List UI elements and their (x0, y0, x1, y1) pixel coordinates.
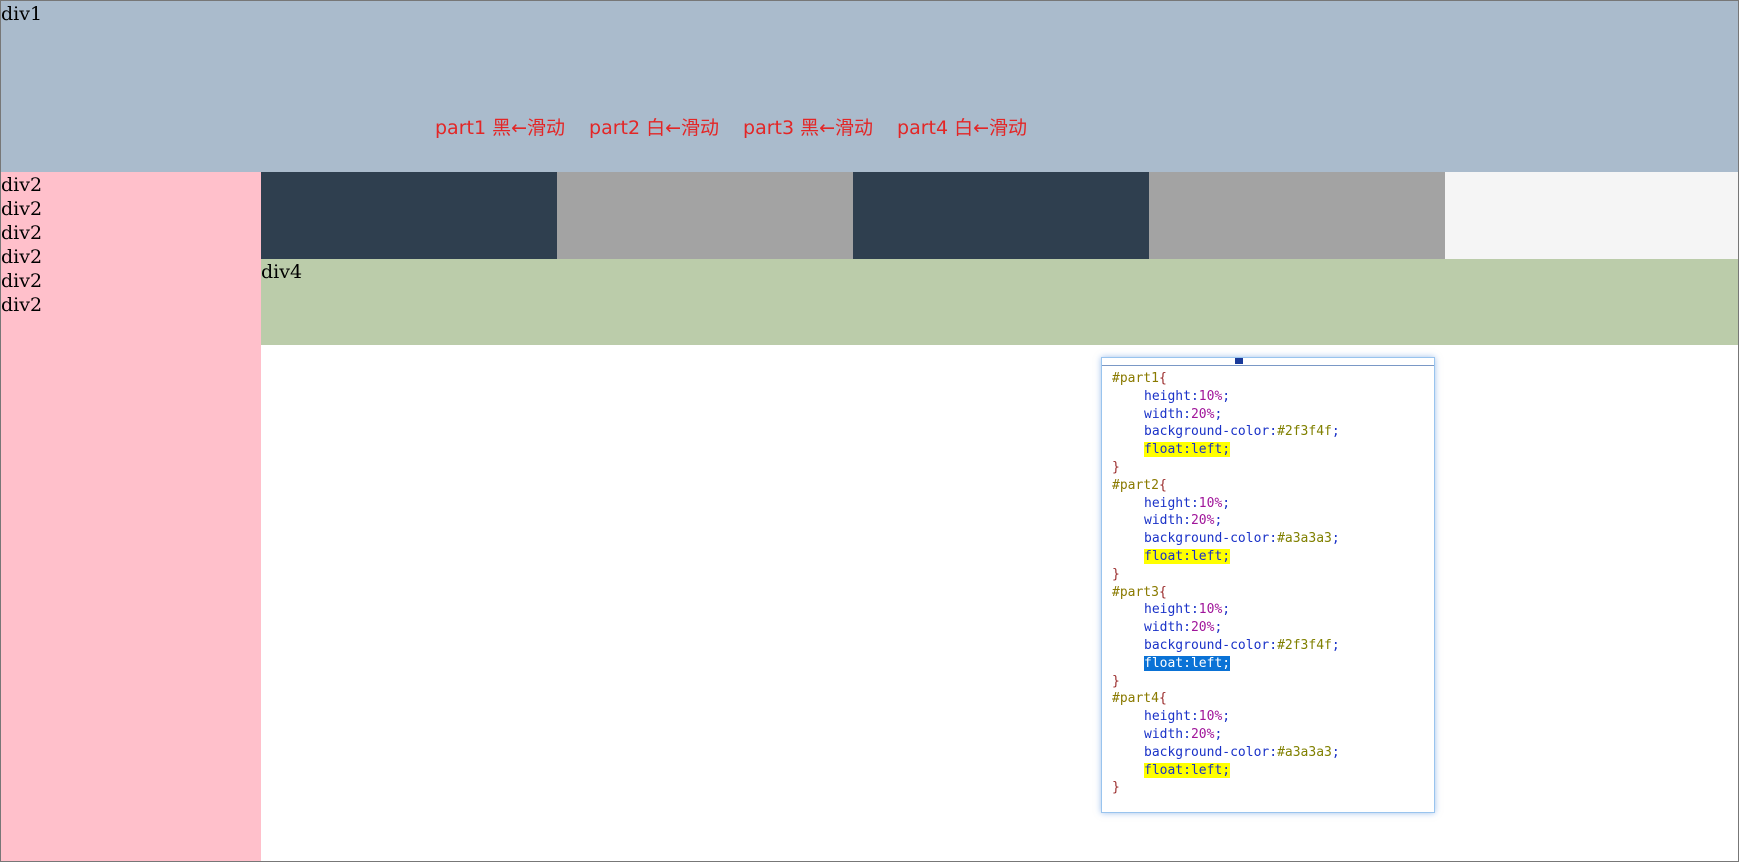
div2-line: div2 (1, 294, 43, 316)
code-line: height:10%; (1144, 602, 1231, 618)
float-declaration: float:left; (1144, 655, 1231, 671)
css-selector: #part2 (1112, 477, 1159, 493)
css-selector: #part3 (1112, 584, 1159, 600)
div4-label: div4 (261, 261, 303, 283)
nav-part3[interactable]: part3 黑←滑动 (743, 117, 873, 139)
code-line: height:10%; (1144, 495, 1231, 511)
code-line: width:20%; (1144, 406, 1223, 422)
div4-section: div4 (261, 259, 1738, 345)
code-line-selector: #part1{ (1112, 371, 1167, 386)
part2-block (557, 172, 853, 259)
css-code-popup[interactable]: #part1{height:10%; width:20%; background-c… (1101, 357, 1435, 813)
div2-line: div2 (1, 270, 43, 292)
parts-strip (261, 172, 1738, 259)
code-line-selector: #part4{ (1112, 691, 1167, 707)
part3-block (853, 172, 1149, 259)
code-line: width:20%; (1144, 513, 1223, 529)
code-line: width:20%; (1144, 620, 1223, 636)
code-line: background-color:#2f3f4f; (1144, 637, 1340, 653)
part1-block (261, 172, 557, 259)
code-line: height:10%; (1144, 388, 1231, 404)
div1-header: div1 part1 黑←滑动 part2 白←滑动 part3 黑←滑动 pa… (1, 1, 1738, 172)
code-line-float: float:left; (1112, 441, 1434, 459)
div2-line: div2 (1, 198, 43, 220)
div2-line: div2 (1, 222, 43, 244)
code-line: height:10%; (1144, 709, 1231, 725)
code-line-close: } (1112, 780, 1120, 796)
code-line: background-color:#a3a3a3; (1144, 531, 1340, 547)
code-line: width:20%; (1144, 726, 1223, 742)
code-line-close: } (1112, 566, 1120, 582)
code-line-selector: #part2{ (1112, 477, 1167, 493)
cursor-marker (1235, 358, 1243, 364)
popup-ruler (1102, 358, 1434, 366)
nav-part2[interactable]: part2 白←滑动 (589, 117, 719, 139)
code-line-float: float:left; (1112, 548, 1434, 566)
code-line-float: float:left; (1112, 762, 1434, 780)
nav-part1[interactable]: part1 黑←滑动 (435, 117, 565, 139)
div2-line: div2 (1, 246, 43, 268)
float-declaration: float:left; (1144, 762, 1231, 778)
code-line-float: float:left; (1112, 655, 1434, 673)
code-line-close: } (1112, 673, 1120, 689)
part4-block (1149, 172, 1445, 259)
code-line: background-color:#a3a3a3; (1144, 744, 1340, 760)
code-line-selector: #part3{ (1112, 584, 1167, 600)
div2-sidebar: div2 div2 div2 div2 div2 div2 (1, 172, 261, 861)
float-declaration: float:left; (1144, 548, 1231, 564)
float-declaration: float:left; (1144, 442, 1231, 458)
div1-label: div1 (1, 3, 43, 25)
css-selector: #part4 (1112, 691, 1159, 707)
code-line-close: } (1112, 459, 1120, 475)
css-selector: #part1 (1112, 371, 1159, 386)
div2-line: div2 (1, 174, 43, 196)
css-code-block: #part1{height:10%; width:20%; background-c… (1102, 366, 1434, 797)
code-line: background-color:#2f3f4f; (1144, 424, 1340, 440)
nav-part4[interactable]: part4 白←滑动 (897, 117, 1027, 139)
nav-links: part1 黑←滑动 part2 白←滑动 part3 黑←滑动 part4 白… (435, 117, 1027, 139)
